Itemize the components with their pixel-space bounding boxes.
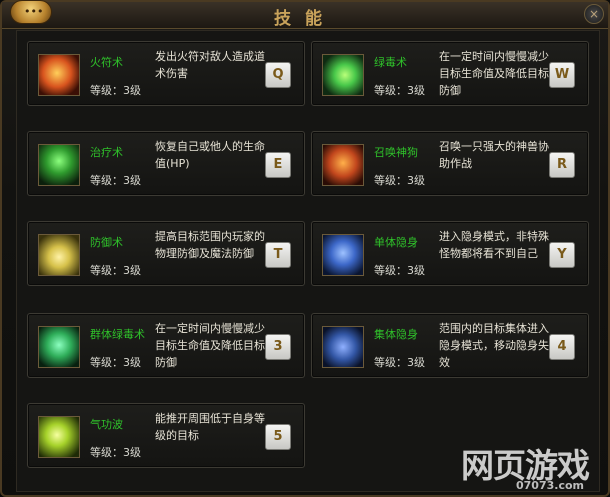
skill-name: 绿毒术 — [374, 56, 407, 69]
skill-level: 等级：3级 — [90, 446, 141, 459]
heal-icon[interactable] — [38, 144, 80, 186]
chat-bubble-icon: ••• — [24, 5, 44, 18]
skills-window: 技能 ••• × 火符术 等级：3级 发出火符对敌人造成道术伤害 Q 绿毒术 等… — [0, 0, 610, 497]
skill-level: 等级：3级 — [90, 84, 141, 97]
skill-name: 防御术 — [90, 236, 123, 249]
green-poison-icon[interactable] — [322, 54, 364, 96]
hotkey-button[interactable]: E — [265, 152, 291, 178]
skill-level: 等级：3级 — [90, 174, 141, 187]
site-watermark: 网页游戏 07073.com — [461, 439, 609, 497]
hotkey-button[interactable]: T — [265, 242, 291, 268]
skill-description: 恢复自己或他人的生命值(HP) — [155, 140, 265, 170]
skill-level: 等级：3级 — [90, 264, 141, 277]
skill-level: 等级：3级 — [374, 356, 425, 369]
hotkey-button[interactable]: 5 — [265, 424, 291, 450]
summon-beast-icon[interactable] — [322, 144, 364, 186]
skill-description: 提高目标范围内玩家的物理防御及魔法防御 — [155, 230, 265, 260]
skill-name: 治疗术 — [90, 146, 123, 159]
skill-card-heal[interactable]: 治疗术 等级：3级 恢复自己或他人的生命值(HP) E — [27, 131, 305, 196]
skill-card-summon-beast[interactable]: 召唤神狗 等级：3级 召唤一只强大的神兽协助作战 R — [311, 131, 589, 196]
watermark-url: 07073.com — [516, 479, 584, 492]
skill-card-group-stealth[interactable]: 集体隐身 等级：3级 范围内的目标集体进入隐身模式，移动隐身失效 4 — [311, 313, 589, 378]
skill-description: 召唤一只强大的神兽协助作战 — [439, 140, 549, 170]
skill-level: 等级：3级 — [374, 84, 425, 97]
skill-level: 等级：3级 — [374, 264, 425, 277]
fire-talisman-icon[interactable] — [38, 54, 80, 96]
skill-card-single-stealth[interactable]: 单体隐身 等级：3级 进入隐身模式，非特殊怪物都将看不到自己 Y — [311, 221, 589, 286]
group-stealth-icon[interactable] — [322, 326, 364, 368]
single-stealth-icon[interactable] — [322, 234, 364, 276]
skill-description: 在一定时间内慢慢减少目标生命值及降低目标防御 — [439, 50, 549, 97]
skill-card-fire-talisman[interactable]: 火符术 等级：3级 发出火符对敌人造成道术伤害 Q — [27, 41, 305, 106]
skill-grid: 火符术 等级：3级 发出火符对敌人造成道术伤害 Q 绿毒术 等级：3级 在一定时… — [16, 30, 600, 492]
window-title: 技能 — [274, 9, 336, 29]
skill-card-qigong-wave[interactable]: 气功波 等级：3级 能推开周围低于自身等级的目标 5 — [27, 403, 305, 468]
hotkey-button[interactable]: 3 — [265, 334, 291, 360]
hotkey-button[interactable]: Q — [265, 62, 291, 88]
skill-description: 进入隐身模式，非特殊怪物都将看不到自己 — [439, 230, 549, 260]
chat-bubble-button[interactable]: ••• — [10, 0, 52, 24]
skill-card-group-poison[interactable]: 群体绿毒术 等级：3级 在一定时间内慢慢减少目标生命值及降低目标防御 3 — [27, 313, 305, 378]
qigong-wave-icon[interactable] — [38, 416, 80, 458]
skill-level: 等级：3级 — [90, 356, 141, 369]
skill-name: 集体隐身 — [374, 328, 418, 341]
skill-card-defense[interactable]: 防御术 等级：3级 提高目标范围内玩家的物理防御及魔法防御 T — [27, 221, 305, 286]
skill-description: 在一定时间内慢慢减少目标生命值及降低目标防御 — [155, 322, 265, 369]
skill-description: 发出火符对敌人造成道术伤害 — [155, 50, 265, 80]
close-button[interactable]: × — [584, 4, 604, 24]
skill-card-green-poison[interactable]: 绿毒术 等级：3级 在一定时间内慢慢减少目标生命值及降低目标防御 W — [311, 41, 589, 106]
skill-description: 能推开周围低于自身等级的目标 — [155, 412, 265, 442]
title-bar: 技能 ••• × — [2, 0, 608, 29]
skill-level: 等级：3级 — [374, 174, 425, 187]
skill-name: 单体隐身 — [374, 236, 418, 249]
skill-name: 召唤神狗 — [374, 146, 418, 159]
skill-name: 群体绿毒术 — [90, 328, 145, 341]
skill-name: 气功波 — [90, 418, 123, 431]
group-poison-icon[interactable] — [38, 326, 80, 368]
hotkey-button[interactable]: R — [549, 152, 575, 178]
hotkey-button[interactable]: Y — [549, 242, 575, 268]
defense-icon[interactable] — [38, 234, 80, 276]
skill-description: 范围内的目标集体进入隐身模式，移动隐身失效 — [439, 322, 549, 369]
skill-name: 火符术 — [90, 56, 123, 69]
hotkey-button[interactable]: W — [549, 62, 575, 88]
hotkey-button[interactable]: 4 — [549, 334, 575, 360]
